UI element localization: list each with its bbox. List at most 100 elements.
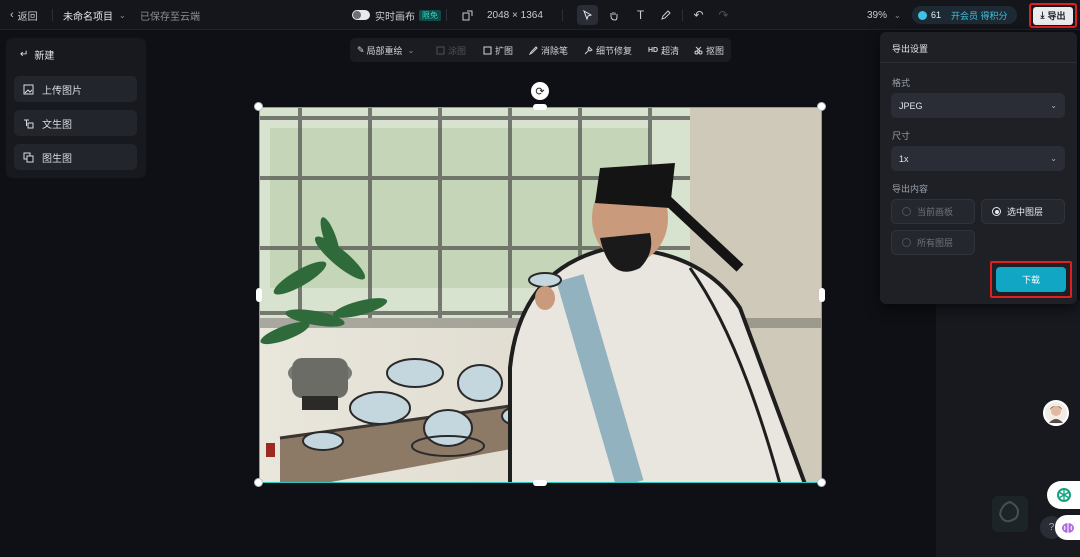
resize-handle-top-left[interactable]	[254, 102, 263, 111]
new-label: 新建	[34, 50, 55, 62]
export-button[interactable]: ⤓ 导出	[1033, 6, 1073, 25]
size-value: 1x	[899, 153, 909, 164]
option-label: 选中图层	[1007, 207, 1044, 217]
inpaint-tool[interactable]: ✎ 局部重绘 ⌄	[357, 38, 414, 62]
size-select[interactable]: 1x ⌄	[891, 146, 1065, 171]
download-button-highlight: 下载	[990, 261, 1072, 298]
option-selected-layer[interactable]: 选中图层	[981, 199, 1065, 224]
brush-icon: ✎	[357, 44, 365, 55]
canvas-size: 2048 × 1364	[487, 9, 543, 21]
resize-handle-top[interactable]	[533, 104, 547, 110]
resize-handle-bottom-left[interactable]	[254, 478, 263, 487]
format-select[interactable]: JPEG ⌄	[891, 93, 1065, 118]
hand-tool[interactable]	[603, 5, 624, 25]
toggle-switch[interactable]	[352, 10, 370, 20]
image-to-image-button[interactable]: 图生图	[14, 144, 137, 170]
upload-image-icon	[23, 84, 34, 94]
text-to-image-icon	[24, 119, 34, 128]
redo-button[interactable]: ↷	[713, 5, 734, 25]
cutout-label: 抠图	[706, 45, 725, 56]
erase-icon	[436, 46, 445, 54]
export-settings-panel: 导出设置 格式 JPEG ⌄ 尺寸 1x ⌄ 导出内容 当前画板 选中图层 所有…	[880, 32, 1077, 304]
credits-icon	[918, 10, 927, 20]
eraser-pen-icon	[529, 45, 538, 55]
project-name: 未命名项目	[63, 11, 113, 23]
new-header[interactable]: ↵ 新建	[20, 46, 54, 62]
cutout-icon	[694, 46, 703, 54]
resize-handle-top-right[interactable]	[817, 102, 826, 111]
save-status: 已保存至云端	[140, 11, 200, 23]
image-to-image-icon	[23, 152, 34, 162]
eraser-pen-label: 消除笔	[541, 45, 569, 56]
chevron-down-icon: ⌄	[119, 10, 126, 20]
openai-icon	[1056, 488, 1071, 502]
chatgpt-plugin-button[interactable]	[1047, 481, 1080, 509]
image-to-image-label: 图生图	[42, 153, 72, 165]
back-button[interactable]: ‹ 返回	[10, 0, 38, 30]
chevron-down-icon: ⌄	[407, 45, 415, 55]
detail-fix-tool[interactable]: 细节修复	[584, 38, 632, 62]
avatar-assistant-button[interactable]	[1043, 400, 1069, 426]
resize-handle-right[interactable]	[819, 288, 825, 302]
resize-handle-bottom[interactable]	[533, 480, 547, 486]
option-all-layers[interactable]: 所有图层	[891, 230, 975, 255]
select-tool[interactable]	[577, 5, 598, 25]
expand-tool[interactable]: 扩图	[483, 38, 513, 62]
zoom-level: 39%	[867, 9, 888, 21]
expand-label: 扩图	[495, 45, 514, 56]
format-label: 格式	[892, 78, 911, 88]
redo-icon: ↷	[718, 8, 729, 22]
export-button-highlight: ⤓ 导出	[1029, 3, 1077, 28]
credits-count: 61	[931, 10, 942, 20]
radio-icon[interactable]	[902, 207, 911, 216]
expand-icon	[483, 46, 492, 54]
detail-fix-label: 细节修复	[596, 45, 633, 56]
undo-button[interactable]: ↶	[688, 5, 709, 25]
resize-icon	[462, 10, 473, 20]
radio-icon[interactable]	[902, 238, 911, 247]
export-content-label: 导出内容	[892, 184, 929, 194]
undo-icon: ↶	[693, 8, 704, 22]
export-panel-title: 导出设置	[892, 44, 929, 54]
cutout-tool[interactable]: 抠图	[694, 38, 724, 62]
brain-icon	[1061, 522, 1074, 533]
text-to-image-button[interactable]: 文生图	[14, 110, 137, 136]
hd-tool[interactable]: HD 超清	[648, 38, 679, 62]
format-value: JPEG	[899, 100, 923, 111]
inpaint-label: 局部重绘	[366, 45, 403, 56]
pen-icon	[661, 9, 671, 20]
realtime-canvas-toggle[interactable]: 实时画布 限免	[352, 0, 441, 30]
project-name-button[interactable]: 未命名项目 ⌄	[63, 0, 126, 30]
hd-label: 超清	[661, 45, 680, 56]
size-label: 尺寸	[892, 131, 911, 141]
resize-handle-left[interactable]	[256, 288, 262, 302]
text-tool[interactable]: T	[630, 5, 651, 25]
radio-checked-icon[interactable]	[992, 207, 1001, 216]
enter-icon: ↵	[20, 48, 29, 60]
detail-fix-icon	[584, 45, 593, 54]
erase-tool[interactable]: 涂图	[436, 38, 466, 62]
app-logo-icon	[992, 496, 1028, 532]
upload-image-button[interactable]: 上传图片	[14, 76, 137, 102]
rotate-handle[interactable]: ⟳	[531, 82, 549, 100]
download-button[interactable]: 下载	[996, 267, 1066, 292]
free-badge: 限免	[419, 9, 441, 21]
ai-brain-plugin-button[interactable]	[1055, 515, 1080, 540]
pen-tool[interactable]	[655, 5, 676, 25]
credits-badge[interactable]: 61 开会员 得积分	[912, 6, 1017, 24]
zoom-control[interactable]: 39% ⌄	[867, 0, 901, 30]
avatar-icon	[1049, 406, 1063, 423]
option-current-artboard[interactable]: 当前画板	[891, 199, 975, 224]
canvas-size-button[interactable]: 2048 × 1364	[462, 0, 543, 30]
member-link[interactable]: 开会员 得积分	[951, 9, 1008, 22]
resize-handle-bottom-right[interactable]	[817, 478, 826, 487]
text-icon: T	[636, 8, 645, 22]
option-label: 当前画板	[917, 207, 954, 217]
chevron-down-icon: ⌄	[1050, 154, 1057, 163]
realtime-label: 实时画布	[375, 11, 415, 23]
canvas-image[interactable]	[259, 107, 822, 483]
eraser-pen-tool[interactable]: 消除笔	[529, 38, 568, 62]
image-tool-bar: ✎ 局部重绘 ⌄ 涂图 扩图 消除笔 细节修复 HD 超清 抠图	[350, 38, 731, 62]
left-panel: ↵ 新建 上传图片 文生图 图生图	[6, 38, 146, 178]
chevron-down-icon: ⌄	[894, 10, 901, 20]
